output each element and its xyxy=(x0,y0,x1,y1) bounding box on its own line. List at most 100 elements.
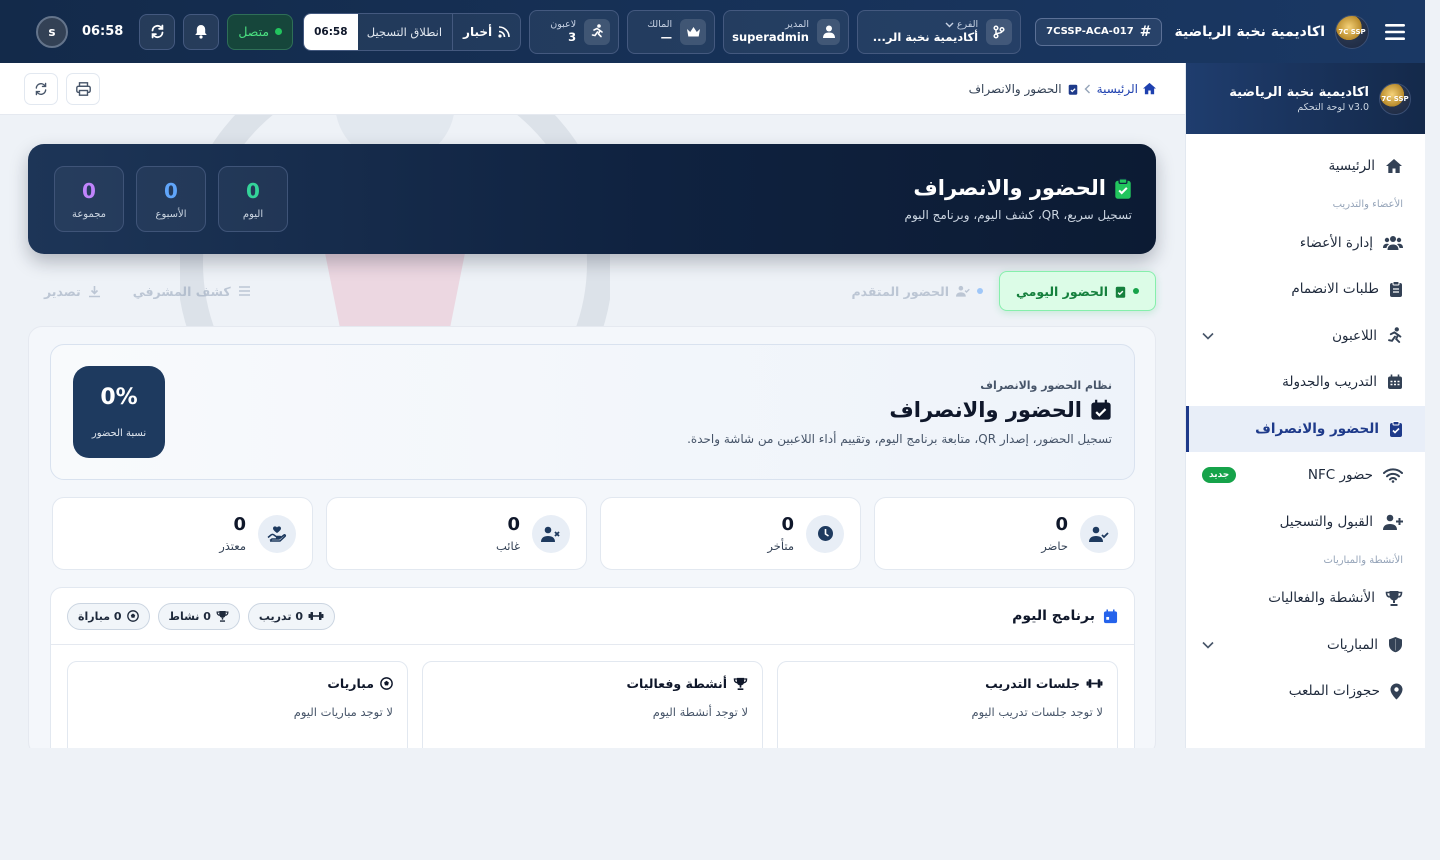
sidebar-item-training-schedule[interactable]: التدريب والجدولة xyxy=(1186,359,1425,406)
sidebar-item-label: المباريات xyxy=(1327,636,1378,653)
crown-icon xyxy=(680,18,707,45)
sync-button[interactable] xyxy=(139,13,176,50)
running-icon xyxy=(584,18,611,45)
program-title: برنامج اليوم xyxy=(1012,608,1095,624)
system-title: الحضور والانصراف xyxy=(889,397,1082,422)
sync-icon xyxy=(151,24,164,39)
sidebar-item-activities[interactable]: الأنشطة والفعاليات xyxy=(1186,575,1425,622)
attendance-rate-box: 0% نسبة الحضور xyxy=(73,366,165,458)
sidebar-logo: 7C SSP xyxy=(1379,82,1411,115)
sidebar-item-nfc[interactable]: حضور NFC جديد xyxy=(1186,452,1425,499)
list-icon xyxy=(238,286,250,296)
refresh-button[interactable] xyxy=(24,72,58,105)
sidebar-item-label: الحضور والانصراف xyxy=(1255,420,1379,437)
hero-stat-today: 0 اليوم xyxy=(218,166,288,232)
clipboard-check-icon xyxy=(1068,84,1077,95)
tab-daily-attendance[interactable]: الحضور اليومي xyxy=(999,271,1156,311)
hero-stat-value: 0 xyxy=(246,178,260,203)
program-title-row: برنامج اليوم xyxy=(1012,608,1118,624)
branch-label: الفرع xyxy=(956,19,979,30)
news-ticker[interactable]: أخبار انطلاق التسجيل 06:58 xyxy=(303,12,522,51)
sidebar-title: اكاديمية نخبة الرياضية xyxy=(1229,84,1369,100)
tab-label: كشف المشرفي xyxy=(132,283,231,299)
stat-label: متأخر xyxy=(767,539,794,553)
rss-icon xyxy=(498,25,510,38)
program-header: برنامج اليوم 0 تدريب 0 نشاط 0 مباراة xyxy=(51,588,1134,645)
clock-icon xyxy=(806,514,844,553)
program-col-empty: لا توجد أنشطة اليوم xyxy=(652,705,748,719)
user-plus-icon xyxy=(1383,514,1403,530)
sidebar-item-members[interactable]: إدارة الأعضاء xyxy=(1186,220,1425,267)
map-pin-icon xyxy=(1390,683,1403,700)
online-label: متصل xyxy=(238,24,270,39)
print-button[interactable] xyxy=(66,72,100,105)
program-col-empty: لا توجد مباريات اليوم xyxy=(293,705,393,719)
hero-stat-value: 0 xyxy=(82,178,96,203)
news-time: 06:58 xyxy=(304,13,358,50)
attendance-stats: 0 حاضر 0 متأخر 0 غائب 0 معتذر xyxy=(50,497,1135,570)
trophy-icon xyxy=(733,677,748,690)
program-col-activities: أنشطة وفعاليات لا توجد أنشطة اليوم xyxy=(422,661,763,748)
hero-stat-week: 0 الأسبوع xyxy=(136,166,206,232)
manager-value: superadmin xyxy=(732,30,809,44)
tab-advanced-attendance[interactable]: الحضور المتقدم xyxy=(835,271,999,311)
system-description: تسجيل الحضور، إصدار QR، متابعة برنامج ال… xyxy=(687,431,1112,446)
sidebar-item-home[interactable]: الرئيسية xyxy=(1186,143,1425,190)
dumbbell-icon xyxy=(308,612,324,620)
main-content: الرئيسية الحضور والانصراف الحضور والانصر… xyxy=(0,63,1185,748)
sidebar-item-players[interactable]: اللاعبون xyxy=(1186,313,1425,360)
notifications-button[interactable] xyxy=(183,13,220,50)
hero-title-row: الحضور والانصراف xyxy=(905,176,1132,200)
tab-label: الحضور اليومي xyxy=(1016,283,1108,299)
system-info: نظام الحضور والانصراف الحضور والانصراف ت… xyxy=(687,379,1112,446)
program-columns: جلسات التدريب لا توجد جلسات تدريب اليوم … xyxy=(51,645,1134,748)
chevron-down-icon xyxy=(945,22,954,27)
hero-subtitle: تسجيل سريع، QR، كشف اليوم، وبرنامج اليوم xyxy=(904,208,1132,222)
stat-label: معتذر xyxy=(219,539,246,553)
sidebar-item-admission[interactable]: القبول والتسجيل xyxy=(1186,499,1425,546)
stat-card-absent: 0 غائب xyxy=(326,497,587,570)
program-col-title: أنشطة وفعاليات xyxy=(626,676,727,691)
brand[interactable]: 7C SSP اكاديمية نخبة الرياضية xyxy=(1174,14,1369,49)
sidebar-item-field-bookings[interactable]: حجوزات الملعب xyxy=(1186,668,1425,715)
chevron-down-icon[interactable] xyxy=(1202,641,1214,649)
manager-card: المدير superadmin xyxy=(723,9,850,54)
tab-export[interactable]: تصدير xyxy=(28,271,117,311)
menu-icon[interactable] xyxy=(1379,15,1413,49)
sidebar-item-attendance[interactable]: الحضور والانصراف xyxy=(1186,405,1425,452)
brand-name: اكاديمية نخبة الرياضية xyxy=(1174,23,1325,40)
news-text: انطلاق التسجيل xyxy=(366,24,443,39)
stat-value: 0 xyxy=(233,514,246,535)
sidebar-item-label: القبول والتسجيل xyxy=(1279,513,1373,530)
academy-code-badge[interactable]: # 7CSSP-ACA-017 xyxy=(1035,17,1163,46)
calendar-icon xyxy=(1388,374,1402,390)
news-label: أخبار xyxy=(463,24,493,39)
program-col-training: جلسات التدريب لا توجد جلسات تدريب اليوم xyxy=(777,661,1118,748)
training-count-pill: 0 تدريب xyxy=(247,602,335,630)
program-col-matches: مباريات لا توجد مباريات اليوم xyxy=(67,661,408,748)
page-title: الحضور والانصراف xyxy=(913,176,1106,200)
printer-icon xyxy=(75,81,91,96)
breadcrumb-home[interactable]: الرئيسية xyxy=(1097,82,1157,96)
tab-dot-icon xyxy=(977,288,983,294)
sidebar-item-join-requests[interactable]: طلبات الانضمام xyxy=(1186,266,1425,313)
breadcrumb-bar: الرئيسية الحضور والانصراف xyxy=(0,63,1185,115)
refresh-icon xyxy=(35,82,47,95)
hand-heart-icon xyxy=(258,514,296,553)
sidebar-item-matches[interactable]: المباريات xyxy=(1186,622,1425,669)
hero-stats: 0 اليوم 0 الأسبوع 0 مجموعة xyxy=(54,166,288,232)
branch-value: أكاديمية نخبة الر... xyxy=(872,30,979,44)
tab-report[interactable]: كشف المشرفي xyxy=(117,271,267,311)
clock: 06:58 xyxy=(81,24,124,39)
players-count-card[interactable]: لاعبون 3 xyxy=(529,9,620,54)
daily-attendance-panel: نظام الحضور والانصراف الحضور والانصراف ت… xyxy=(28,326,1156,748)
hero-banner: الحضور والانصراف تسجيل سريع، QR، كشف الي… xyxy=(28,144,1156,254)
avatar[interactable]: s xyxy=(35,15,68,48)
clipboard-check-icon xyxy=(1115,286,1126,298)
chevron-down-icon[interactable] xyxy=(1202,332,1214,340)
hero-text: الحضور والانصراف تسجيل سريع، QR، كشف الي… xyxy=(905,176,1132,222)
sidebar-header: 7C SSP اكاديمية نخبة الرياضية v3.0 لوحة … xyxy=(1186,63,1425,134)
manager-label: المدير xyxy=(785,19,809,30)
sidebar-nav: الرئيسية الأعضاء والتدريب إدارة الأعضاء … xyxy=(1186,134,1425,715)
branch-selector[interactable]: الفرع أكاديمية نخبة الر... xyxy=(857,9,1022,54)
